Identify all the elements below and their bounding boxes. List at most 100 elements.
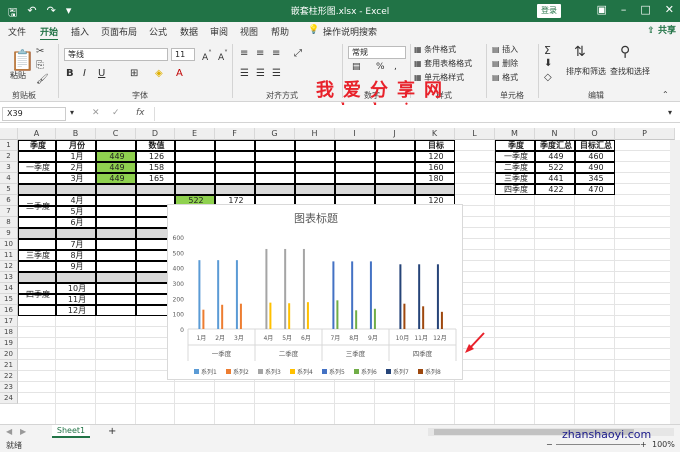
row-header[interactable]: 13 <box>0 272 18 283</box>
fill-icon[interactable]: ⬇ <box>544 58 552 69</box>
name-box-dropdown-icon[interactable]: ▾ <box>70 108 74 117</box>
row-header[interactable]: 12 <box>0 261 18 272</box>
row-header[interactable]: 16 <box>0 305 18 316</box>
row-header[interactable]: 9 <box>0 228 18 239</box>
tab-file[interactable]: 文件 <box>8 25 26 38</box>
column-header[interactable]: L <box>455 128 495 140</box>
find-select-icon[interactable]: ⚲ <box>620 44 630 60</box>
column-header[interactable]: C <box>96 128 136 140</box>
align-middle-icon[interactable]: ≡ <box>256 48 264 59</box>
row-header[interactable]: 6 <box>0 195 18 206</box>
select-all-corner[interactable] <box>0 128 18 140</box>
shrink-font-icon[interactable]: A˅ <box>218 49 228 63</box>
currency-icon[interactable]: ▤ <box>352 62 361 72</box>
row-header[interactable]: 21 <box>0 360 18 371</box>
next-sheet-icon[interactable]: ▶ <box>20 427 26 436</box>
legend-entry[interactable]: 系列5 <box>329 368 345 376</box>
row-header[interactable]: 7 <box>0 206 18 217</box>
column-header[interactable]: O <box>575 128 615 140</box>
tell-me-search[interactable]: 操作说明搜索 <box>323 25 377 38</box>
vertical-scrollbar[interactable] <box>670 140 680 424</box>
formula-input[interactable] <box>154 107 674 121</box>
fx-icon[interactable]: fx <box>136 108 145 118</box>
add-sheet-button[interactable]: + <box>108 426 116 437</box>
column-header[interactable]: H <box>295 128 335 140</box>
row-header[interactable]: 20 <box>0 349 18 360</box>
minimize-icon[interactable]: – <box>621 3 627 16</box>
insert-cells-button[interactable]: ▤ 插入 <box>492 44 518 55</box>
align-top-icon[interactable]: ≡ <box>240 48 248 59</box>
format-cells-button[interactable]: ▤ 格式 <box>492 72 518 83</box>
format-painter-icon[interactable]: 🖌 <box>36 74 49 85</box>
legend-entry[interactable]: 系列3 <box>265 368 281 376</box>
cut-icon[interactable]: ✂ <box>36 46 44 57</box>
legend-entry[interactable]: 系列4 <box>297 368 313 376</box>
clear-icon[interactable]: ◇ <box>544 72 552 83</box>
bar[interactable] <box>235 260 238 329</box>
share-button[interactable]: ⇪ 共享 <box>647 23 676 36</box>
font-name-select[interactable]: 等线 <box>64 48 168 61</box>
column-header[interactable]: J <box>375 128 415 140</box>
bar[interactable] <box>198 260 201 329</box>
legend-entry[interactable]: 系列8 <box>425 368 441 376</box>
column-header[interactable]: P <box>615 128 675 140</box>
row-header[interactable]: 1 <box>0 140 18 151</box>
legend-entry[interactable]: 系列6 <box>361 368 377 376</box>
bar[interactable] <box>221 304 224 329</box>
bar[interactable] <box>403 303 406 329</box>
tab-review[interactable]: 审阅 <box>210 25 228 38</box>
autosum-icon[interactable]: Σ <box>544 44 551 57</box>
bar[interactable] <box>217 260 220 329</box>
bold-icon[interactable]: B <box>66 68 74 79</box>
row-header[interactable]: 8 <box>0 217 18 228</box>
tab-insert[interactable]: 插入 <box>71 25 89 38</box>
tab-view[interactable]: 视图 <box>240 25 258 38</box>
column-header[interactable]: F <box>215 128 255 140</box>
chart-title[interactable]: 图表标题 <box>294 211 338 225</box>
italic-icon[interactable]: I <box>83 68 86 79</box>
bar[interactable] <box>355 310 358 329</box>
legend-entry[interactable]: 系列1 <box>201 368 217 376</box>
bar[interactable] <box>369 261 372 329</box>
column-header[interactable]: G <box>255 128 295 140</box>
cancel-icon[interactable]: ✕ <box>92 108 100 118</box>
bar[interactable] <box>332 261 335 329</box>
login-button[interactable]: 登录 <box>537 4 561 18</box>
close-icon[interactable]: ✕ <box>665 3 674 16</box>
bar[interactable] <box>440 311 443 329</box>
column-header[interactable]: I <box>335 128 375 140</box>
percent-icon[interactable]: % <box>376 62 385 72</box>
bar[interactable] <box>336 300 339 329</box>
column-header[interactable]: K <box>415 128 455 140</box>
bar[interactable] <box>284 248 287 329</box>
row-header[interactable]: 4 <box>0 173 18 184</box>
bar[interactable] <box>288 303 291 329</box>
bar[interactable] <box>399 264 402 329</box>
row-header[interactable]: 15 <box>0 294 18 305</box>
zoom-in-icon[interactable]: + <box>640 440 647 449</box>
ribbon-display-icon[interactable]: ▣ <box>596 3 606 16</box>
column-header[interactable]: B <box>56 128 96 140</box>
column-header[interactable]: D <box>136 128 175 140</box>
bar[interactable] <box>418 264 421 329</box>
bar[interactable] <box>436 264 439 329</box>
row-header[interactable]: 22 <box>0 371 18 382</box>
column-header[interactable]: N <box>535 128 575 140</box>
paste-label[interactable]: 粘贴 <box>10 70 26 81</box>
row-header[interactable]: 23 <box>0 382 18 393</box>
bar[interactable] <box>265 248 268 329</box>
sort-filter-button[interactable]: 排序和筛选 <box>566 66 606 77</box>
sheet-tab-sheet1[interactable]: Sheet1 <box>52 425 90 438</box>
number-format-select[interactable]: 常规 <box>348 46 406 59</box>
bar[interactable] <box>302 248 305 329</box>
tab-home[interactable]: 开始 <box>40 25 59 41</box>
align-right-icon[interactable]: ☰ <box>272 68 281 79</box>
tab-formulas[interactable]: 公式 <box>149 25 167 38</box>
legend-entry[interactable]: 系列7 <box>393 368 409 376</box>
tab-data[interactable]: 数据 <box>180 25 198 38</box>
row-header[interactable]: 24 <box>0 393 18 404</box>
find-select-button[interactable]: 查找和选择 <box>610 66 650 77</box>
font-color-icon[interactable]: A <box>176 68 183 79</box>
tab-page-layout[interactable]: 页面布局 <box>101 25 137 38</box>
zoom-slider[interactable] <box>556 444 640 445</box>
